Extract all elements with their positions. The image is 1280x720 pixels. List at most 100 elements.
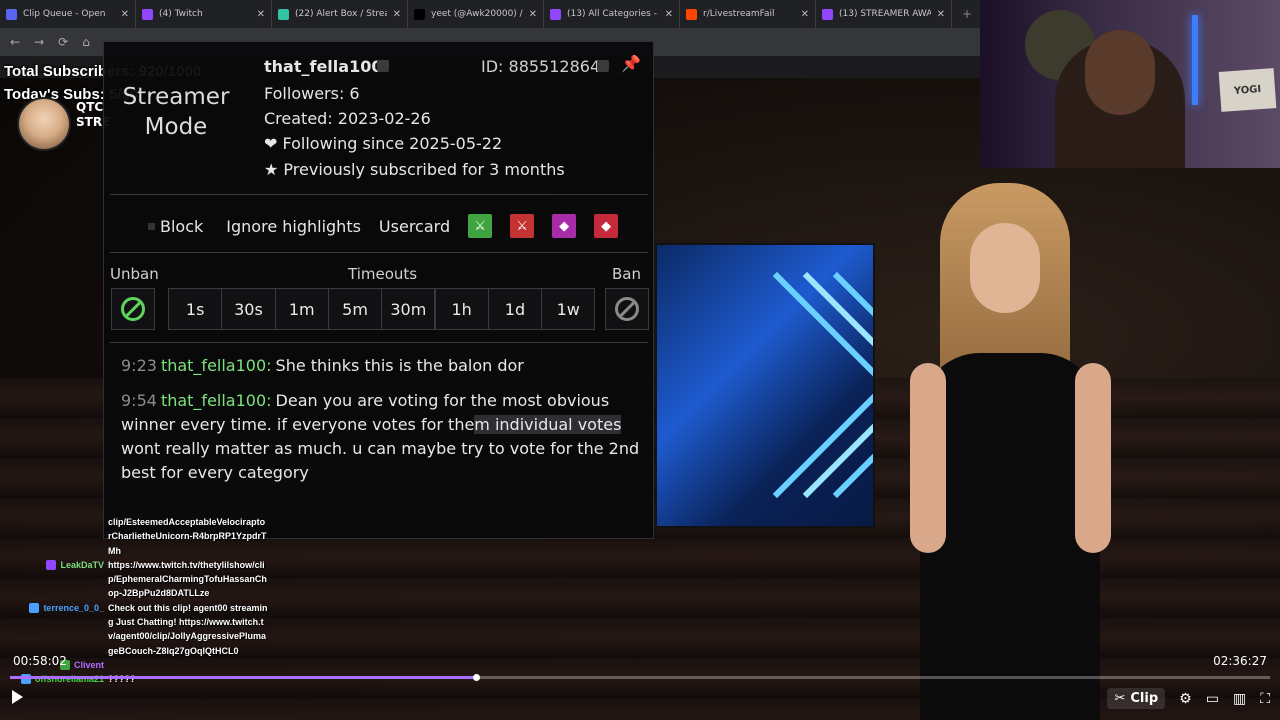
theatre-mode-icon[interactable]: ▭: [1206, 691, 1219, 707]
fullscreen-icon[interactable]: ⛶: [1260, 691, 1270, 707]
timeout-button[interactable]: 1h: [434, 288, 489, 330]
browser-tab[interactable]: (13) STREAMER AWARDS ✕: [816, 0, 952, 28]
mod-sword-icon[interactable]: ⚔: [468, 214, 493, 238]
chat-text: clip/EsteemedAcceptableVelociraptorCharl…: [108, 517, 267, 556]
usercard-created: Created: 2023-02-26: [264, 109, 431, 128]
seek-bar[interactable]: [10, 674, 1270, 681]
divider: [110, 194, 648, 195]
divider: [110, 342, 648, 343]
tab-favicon-icon: [550, 8, 561, 20]
unmod-sword-icon[interactable]: ⚔: [510, 214, 535, 238]
close-icon[interactable]: ✕: [121, 9, 129, 20]
browser-tab[interactable]: (13) All Categories - Twit ✕: [544, 0, 680, 28]
timeout-button[interactable]: 30m: [381, 288, 436, 330]
ban-label: Ban: [612, 265, 641, 283]
timeout-button[interactable]: 1d: [487, 288, 543, 330]
tab-favicon-icon: [822, 8, 833, 20]
new-tab-icon[interactable]: +: [952, 0, 982, 28]
ban-button[interactable]: [605, 288, 649, 330]
clip-button[interactable]: ✂ Clip: [1107, 688, 1166, 709]
time-elapsed: 00:58:02: [13, 654, 67, 668]
home-icon[interactable]: ⌂: [82, 35, 90, 49]
chat-text: [108, 658, 268, 672]
chat-message: clip/EsteemedAcceptableVelociraptorCharl…: [0, 515, 280, 558]
chat-text: https://www.twitch.tv/thetylilshow/clip/…: [108, 559, 267, 599]
tab-favicon-icon: [686, 8, 697, 20]
streamer-webcam: YOGI: [980, 0, 1280, 168]
timeout-button[interactable]: 1s: [168, 288, 223, 330]
moderation-buttons: 1s 30s 1m 5m 30m 1h 1d 1w: [111, 288, 649, 330]
streamer-mode-label: Streamer Mode: [122, 84, 230, 140]
time-total: 02:36:27: [1213, 654, 1267, 668]
browser-tab-strip: Clip Queue - Open ✕ (4) Twitch ✕ (22) Alert …: [0, 0, 990, 28]
ban-icon: [615, 297, 639, 321]
browser-tab[interactable]: yeet (@Awk20000) / X ✕: [408, 0, 544, 28]
timeout-button[interactable]: 1w: [541, 288, 596, 330]
moderation-labels: Unban Timeouts Ban: [110, 265, 648, 285]
close-icon[interactable]: ✕: [937, 9, 945, 20]
chat-username[interactable]: terrence_0_0_: [43, 601, 104, 658]
tab-title: (13) STREAMER AWARDS: [839, 9, 931, 19]
vip-gem-icon[interactable]: ◆: [552, 214, 577, 238]
settings-icon[interactable]: ⚙: [1179, 691, 1192, 707]
message: 9:23 that_fella100: She thinks this is the…: [121, 356, 524, 375]
copy-icon[interactable]: [377, 60, 389, 72]
chat-text: Check out this clip! agent00 streaming J…: [108, 602, 268, 656]
user-message-history: 9:23 that_fella100: She thinks this is the…: [121, 354, 641, 496]
ignore-highlights-checkbox[interactable]: Ignore highlights: [221, 217, 361, 236]
browser-tab[interactable]: (4) Twitch ✕: [136, 0, 272, 28]
unban-label: Unban: [110, 265, 159, 283]
unban-icon: [121, 297, 145, 321]
timeout-button[interactable]: 1m: [274, 288, 329, 330]
browser-tab[interactable]: r/LivestreamFail ✕: [680, 0, 816, 28]
close-icon[interactable]: ✕: [801, 9, 809, 20]
browser-tab[interactable]: Clip Queue - Open ✕: [0, 0, 136, 28]
usercard-actions: Block Ignore highlights Usercard ⚔ ⚔ ◆ ◆: [148, 212, 619, 240]
tab-title: (22) Alert Box / Streamlab: [295, 9, 387, 19]
awards-screen-graphic: [655, 243, 875, 528]
tab-title: Clip Queue - Open: [23, 9, 106, 19]
play-icon[interactable]: [12, 690, 23, 704]
close-icon[interactable]: ✕: [257, 9, 265, 20]
browser-tab[interactable]: (22) Alert Box / Streamlab ✕: [272, 0, 408, 28]
chat-username[interactable]: offshorellama21: [35, 672, 104, 686]
close-icon[interactable]: ✕: [665, 9, 673, 20]
chat-username[interactable]: LeakDaTV: [60, 558, 104, 601]
usercard-following-since: ❤ Following since 2025-05-22: [264, 134, 503, 153]
streamer-head: [1085, 30, 1155, 115]
unvip-gem-icon[interactable]: ◆: [594, 214, 619, 238]
chat-user-column: [0, 515, 108, 558]
copy-icon[interactable]: [597, 60, 609, 72]
close-icon[interactable]: ✕: [529, 9, 537, 20]
tab-favicon-icon: [6, 8, 17, 20]
unban-button[interactable]: [111, 288, 155, 330]
wall-sign: YOGI: [1218, 68, 1277, 112]
chat-username[interactable]: Clivent: [74, 658, 104, 672]
usercard-popup: Streamer Mode that_fella100 ID: 88551286…: [103, 41, 654, 539]
pin-icon[interactable]: 📌: [621, 54, 641, 73]
chat-message: offshorellama21?????: [0, 672, 280, 686]
presenter: [900, 183, 1120, 720]
chat-text: ?????: [108, 674, 136, 685]
tab-title: (13) All Categories - Twit: [567, 9, 659, 19]
reload-icon[interactable]: ⟳: [58, 35, 68, 49]
chat-badge-icon: [46, 559, 57, 570]
tab-title: (4) Twitch: [159, 9, 203, 19]
player-controls: ✂ Clip ⚙ ▭ ▥ ⛶: [1107, 688, 1270, 709]
timeout-button[interactable]: 5m: [327, 288, 383, 330]
back-icon[interactable]: ←: [10, 35, 20, 49]
sidebar-toggle-icon[interactable]: ▥: [1233, 691, 1246, 707]
usercard-username[interactable]: that_fella100: [264, 57, 382, 76]
forward-icon[interactable]: →: [34, 35, 44, 49]
block-checkbox[interactable]: Block: [148, 217, 203, 236]
timeout-button[interactable]: 30s: [221, 288, 276, 330]
chat-user-column: offshorellama21: [0, 672, 108, 686]
usercard-user-id: ID: 885512864: [481, 57, 601, 76]
timeouts-label: Timeouts: [348, 265, 418, 283]
divider: [110, 252, 648, 253]
usercard-followers: Followers: 6: [264, 84, 360, 103]
close-icon[interactable]: ✕: [393, 9, 401, 20]
tab-favicon-icon: [414, 8, 425, 20]
usercard-link[interactable]: Usercard: [379, 217, 450, 236]
message: 9:54 that_fella100: Dean you are voting fo…: [121, 391, 640, 482]
